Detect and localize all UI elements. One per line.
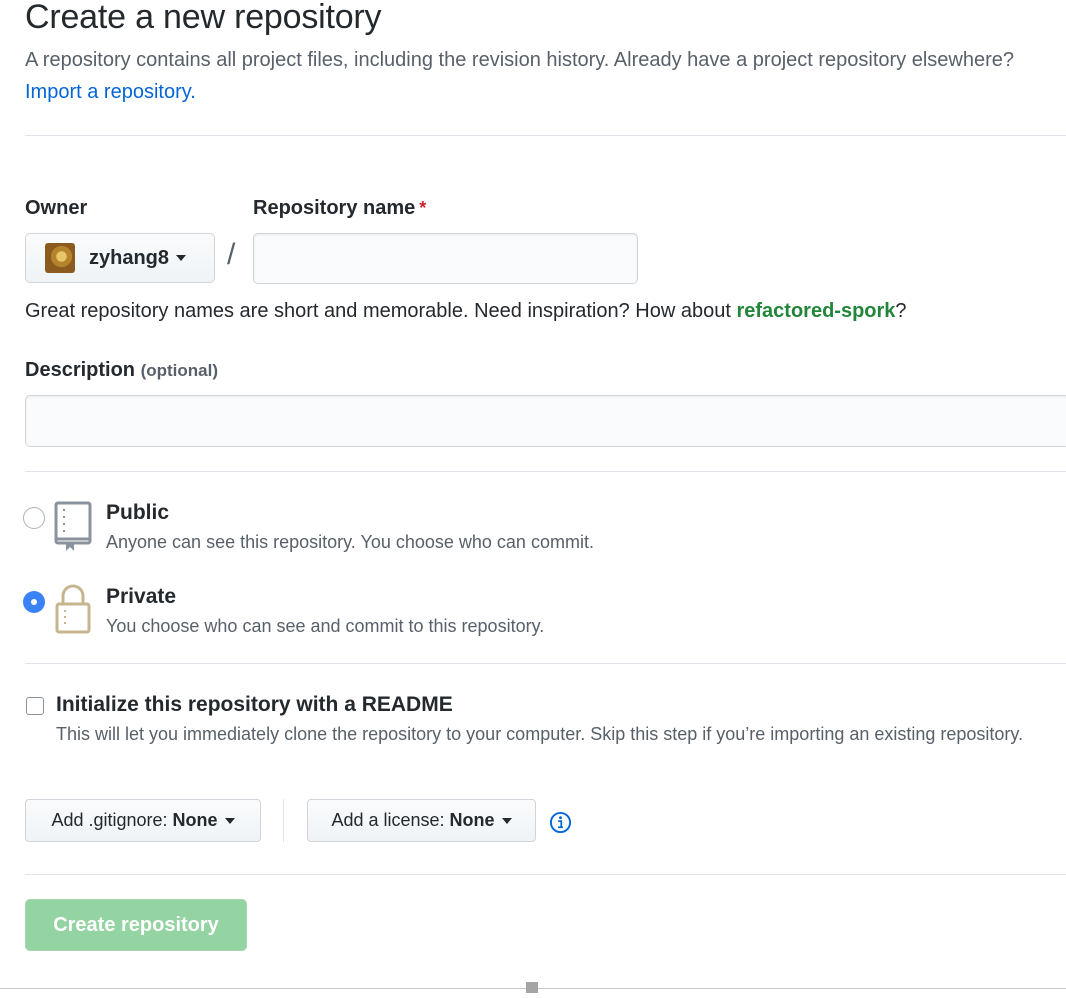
gitignore-dropdown[interactable]: Add .gitignore: None [25, 799, 261, 842]
gitignore-prefix: Add .gitignore: [51, 810, 168, 830]
repository-name-input[interactable] [253, 233, 638, 284]
owner-label: Owner [25, 197, 88, 219]
divider [25, 874, 1066, 875]
lock-icon [55, 584, 91, 634]
create-repo-page: Create a new repository A repository con… [0, 0, 1066, 998]
dropdown-separator [283, 799, 284, 842]
divider [25, 663, 1066, 664]
name-suggestion[interactable]: refactored-spork [736, 300, 895, 322]
readme-description: This will let you immediately clone the … [56, 724, 1024, 744]
info-icon[interactable] [549, 811, 572, 834]
chevron-down-icon [176, 255, 187, 261]
public-description: Anyone can see this repository. You choo… [106, 532, 594, 552]
private-description: You choose who can see and commit to thi… [106, 616, 545, 636]
required-mark: * [419, 198, 427, 218]
hint-end: ? [895, 300, 907, 322]
repo-name-hint: Great repository names are short and mem… [25, 300, 907, 323]
divider [25, 135, 1066, 136]
page-title: Create a new repository [25, 0, 382, 36]
resize-handle[interactable] [526, 982, 538, 993]
private-title: Private [106, 585, 177, 608]
owner-repo-separator: / [227, 238, 236, 271]
repo-name-label-text: Repository name [253, 197, 416, 219]
license-dropdown[interactable]: Add a license: None [307, 799, 536, 842]
private-radio[interactable] [23, 591, 45, 613]
description-label: Description (optional) [25, 359, 218, 382]
license-value: None [449, 810, 495, 830]
description-label-text: Description [25, 359, 136, 381]
owner-dropdown[interactable]: zyhang8 [25, 233, 215, 283]
public-title: Public [106, 501, 170, 524]
divider [25, 471, 1066, 472]
public-radio[interactable] [23, 507, 45, 529]
owner-name: zyhang8 [89, 246, 170, 269]
readme-checkbox[interactable] [26, 697, 44, 715]
license-prefix: Add a license: [331, 810, 445, 830]
gitignore-value: None [172, 810, 218, 830]
repo-book-icon [54, 501, 92, 551]
chevron-down-icon [501, 817, 512, 824]
repo-name-label: Repository name * [253, 197, 426, 220]
readme-title: Initialize this repository with a README [56, 693, 453, 716]
import-repository-link[interactable]: Import a repository. [25, 81, 196, 103]
avatar [45, 243, 75, 273]
optional-tag: (optional) [140, 361, 219, 380]
subtitle-text: A repository contains all project files,… [25, 49, 1015, 71]
hint-text: Great repository names are short and mem… [25, 300, 731, 322]
description-input[interactable] [25, 395, 1066, 447]
page-subtitle: A repository contains all project files,… [25, 44, 1055, 108]
create-repository-button[interactable]: Create repository [25, 899, 247, 951]
chevron-down-icon [224, 817, 235, 824]
